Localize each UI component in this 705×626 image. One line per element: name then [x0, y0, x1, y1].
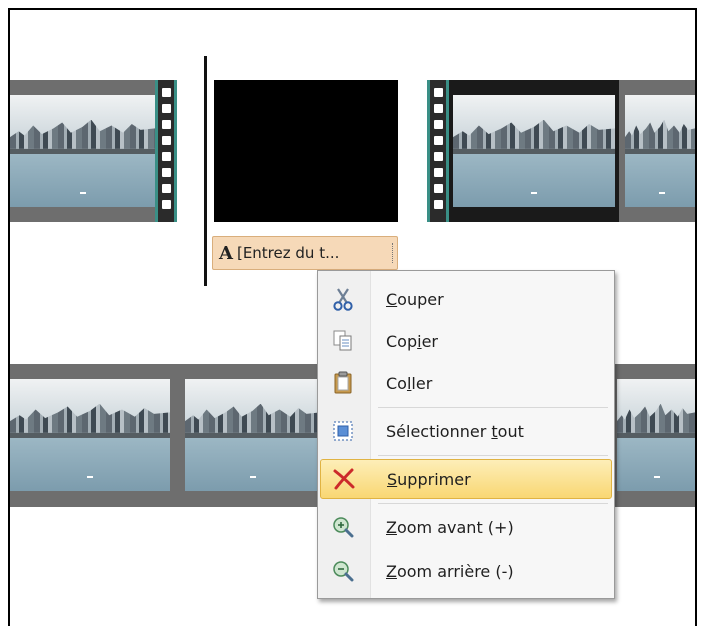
delete-icon [321, 468, 367, 490]
text-a-icon: A [219, 242, 233, 264]
menu-item-label: Zoom avant (+) [386, 517, 514, 537]
context-menu: Couper Copier Coller Sélectionner tout S… [317, 270, 615, 599]
video-clip-thumbnail[interactable] [10, 95, 155, 207]
zoom-in-icon [320, 516, 366, 538]
selected-clip-frame[interactable] [449, 80, 619, 222]
video-clip-thumbnail[interactable] [625, 95, 695, 207]
film-perforation [155, 80, 177, 222]
text-caption-clip[interactable]: A [Entrez du t... [212, 236, 398, 270]
menu-item-label: Supprimer [387, 469, 471, 489]
menu-separator [378, 407, 608, 408]
video-clip-thumbnail[interactable] [617, 379, 695, 491]
menu-separator [378, 455, 608, 456]
select-all-icon [320, 420, 366, 442]
menu-item-label: Couper [386, 289, 444, 309]
menu-item-label: Sélectionner tout [386, 421, 524, 441]
menu-item-zoom-out[interactable]: Zoom arrière (-) [320, 551, 612, 591]
zoom-out-icon [320, 560, 366, 582]
menu-item-zoom-in[interactable]: Zoom avant (+) [320, 507, 612, 547]
film-perforation [427, 80, 449, 222]
video-track-1-right [619, 80, 695, 222]
video-clip-thumbnail [453, 95, 615, 207]
menu-item-label: Copier [386, 331, 438, 351]
menu-item-label: Coller [386, 373, 433, 393]
video-track-1 [10, 80, 155, 222]
video-clip-thumbnail[interactable] [185, 379, 320, 491]
menu-item-copy[interactable]: Copier [320, 321, 612, 361]
menu-item-label: Zoom arrière (-) [386, 561, 514, 581]
scissors-icon [320, 287, 366, 311]
menu-item-select-all[interactable]: Sélectionner tout [320, 411, 612, 451]
clip-trim-handle[interactable] [391, 243, 393, 263]
menu-separator [378, 503, 608, 504]
copy-icon [320, 329, 366, 353]
menu-item-delete[interactable]: Supprimer [320, 459, 612, 499]
black-video-clip[interactable] [214, 80, 398, 222]
menu-item-cut[interactable]: Couper [320, 279, 612, 319]
video-clip-thumbnail[interactable] [10, 379, 170, 491]
menu-item-paste[interactable]: Coller [320, 363, 612, 403]
text-clip-label: [Entrez du t... [236, 244, 340, 262]
playhead[interactable] [204, 56, 207, 286]
paste-icon [320, 371, 366, 395]
